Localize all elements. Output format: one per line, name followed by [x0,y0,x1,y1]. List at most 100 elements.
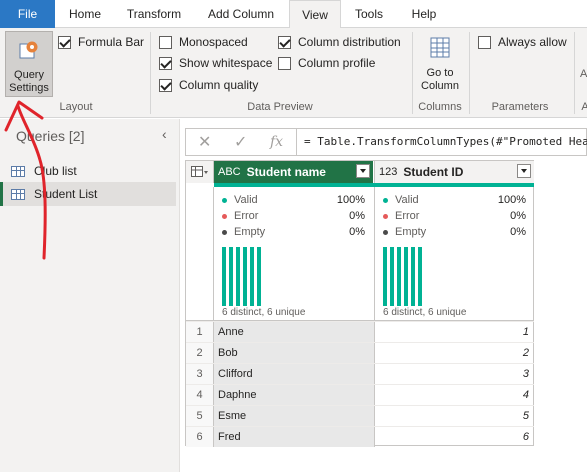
checkbox-unchecked [478,35,491,49]
confirm-icon[interactable]: ✓ [234,132,247,152]
group-layout-label: Layout [59,101,93,113]
text-type-icon[interactable]: ABC [218,166,241,178]
stat-label: Empty [395,226,427,238]
group-data-preview-label: Data Preview [247,101,313,113]
distribution-chart[interactable] [222,247,262,306]
distinct-count: 6 distinct, 6 unique [383,307,467,318]
go-to-column-button[interactable]: Go to Column [415,31,465,97]
cell-student-id[interactable]: 4 [374,385,534,405]
cell-student-id[interactable]: 2 [374,343,534,363]
group-divider [412,32,413,114]
query-item-student-list[interactable]: Student List [0,182,176,206]
cell-student-id[interactable]: 3 [374,364,534,384]
checkbox-checked [159,78,172,92]
stat-value: 100% [497,194,526,206]
cell-student-id[interactable]: 6 [374,427,534,447]
checkbox-unchecked [278,56,291,70]
stat-value: 0% [510,226,526,238]
column-distribution-checkbox[interactable]: Column distribution [278,33,401,51]
row-number[interactable]: 5 [186,406,214,426]
cell-student-name[interactable]: Esme [214,406,374,426]
formula-divider [296,129,297,155]
column-header-student-id[interactable]: 123 Student ID [374,161,534,183]
query-item-label: Student List [34,187,98,201]
queries-header: Queries [2] [16,128,85,144]
data-grid: ABC Student name 123 Student ID Valid 100… [185,160,534,447]
always-allow-label: Always allow [498,35,567,49]
table-row[interactable]: 6 Fred 6 [186,426,534,447]
cancel-icon[interactable]: ✕ [198,132,211,152]
queries-pane: Queries [2] ‹ Club list Student List [0,119,180,472]
row-number[interactable]: 4 [186,385,214,405]
distribution-bar [418,247,422,306]
tab-help[interactable]: Help [397,0,451,28]
table-menu-button[interactable] [186,161,214,183]
monospaced-checkbox[interactable]: Monospaced [159,33,248,51]
empty-stat: Empty 0% [383,224,526,240]
formula-bar-label: Formula Bar [78,35,145,49]
cell-student-id[interactable]: 5 [374,406,534,426]
tab-add-column[interactable]: Add Column [195,0,287,28]
table-row[interactable]: 4 Daphne 4 [186,384,534,405]
stat-value: 0% [510,210,526,222]
row-number[interactable]: 2 [186,343,214,363]
column-distribution-label: Column distribution [298,35,401,49]
query-item-club-list[interactable]: Club list [0,159,176,183]
tab-tools[interactable]: Tools [343,0,395,28]
distribution-bar [243,247,247,306]
cell-student-id[interactable]: 1 [374,322,534,342]
filter-dropdown-icon[interactable] [517,164,531,178]
tab-home[interactable]: Home [57,0,113,28]
distribution-bar [257,247,261,306]
tab-file[interactable]: File [0,0,55,28]
table-row[interactable]: 3 Clifford 3 [186,363,534,384]
distribution-bar [236,247,240,306]
always-allow-checkbox[interactable]: Always allow [478,33,567,51]
valid-dot-icon [222,197,227,203]
cell-student-name[interactable]: Clifford [214,364,374,384]
row-number[interactable]: 1 [186,322,214,342]
column-profile-checkbox[interactable]: Column profile [278,54,375,72]
valid-dot-icon [383,197,388,203]
distribution-bar [397,247,401,306]
stat-label: Valid [395,194,419,206]
gear-icon [19,41,38,59]
error-dot-icon [222,213,227,219]
distribution-bar [229,247,233,306]
cell-student-name[interactable]: Anne [214,322,374,342]
fx-icon[interactable]: fx [270,134,283,150]
show-whitespace-checkbox[interactable]: Show whitespace [159,54,272,72]
tab-transform[interactable]: Transform [115,0,193,28]
distribution-bar [383,247,387,306]
formula-bar-checkbox[interactable]: Formula Bar [58,33,144,51]
empty-dot-icon [222,229,227,235]
table-row[interactable]: 5 Esme 5 [186,405,534,426]
group-parameters-label: Parameters [491,101,549,113]
group-divider [469,32,470,114]
table-row[interactable]: 1 Anne 1 [186,321,534,342]
stat-value: 0% [349,226,365,238]
column-name: Student name [246,165,326,179]
collapse-chevron-icon[interactable]: ‹ [162,126,167,142]
row-number[interactable]: 6 [186,427,214,447]
row-number[interactable]: 3 [186,364,214,384]
distribution-chart[interactable] [383,247,423,306]
ribbon: Query Settings Formula Bar Layout Monosp… [0,28,587,118]
formula-text[interactable]: = Table.TransformColumnTypes(#"Promoted … [304,135,587,148]
tab-view[interactable]: View [289,0,341,29]
valid-stat: Valid 100% [222,192,365,208]
table-icon [11,188,25,200]
filter-dropdown-icon[interactable] [356,164,370,178]
formula-bar: ✕ ✓ fx = Table.TransformColumnTypes(#"Pr… [185,128,587,156]
checkbox-checked [58,35,71,49]
distribution-bar [250,247,254,306]
column-quality-checkbox[interactable]: Column quality [159,76,258,94]
show-whitespace-label: Show whitespace [179,56,273,70]
query-settings-button[interactable]: Query Settings [5,31,53,97]
cell-student-name[interactable]: Daphne [214,385,374,405]
column-header-student-name[interactable]: ABC Student name [214,161,373,183]
cell-student-name[interactable]: Fred [214,427,374,447]
cell-student-name[interactable]: Bob [214,343,374,363]
table-row[interactable]: 2 Bob 2 [186,342,534,363]
number-type-icon[interactable]: 123 [379,166,397,178]
